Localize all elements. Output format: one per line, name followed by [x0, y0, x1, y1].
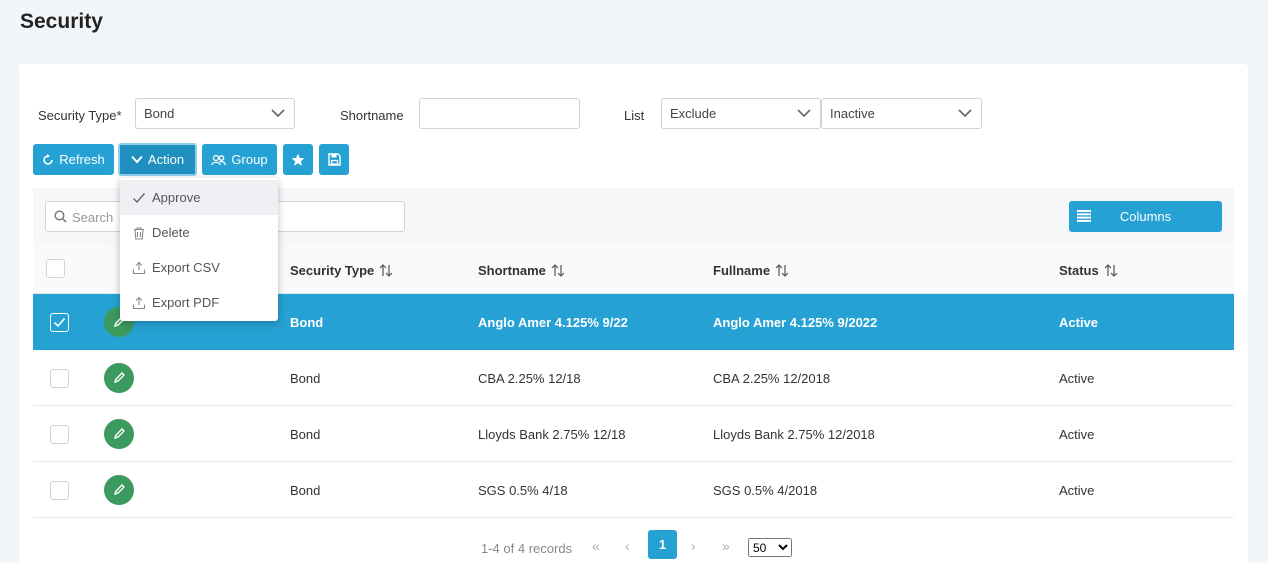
menu-item-delete[interactable]: Delete	[120, 215, 278, 250]
cell-shortname: Anglo Amer 4.125% 9/22	[478, 315, 628, 330]
col-shortname[interactable]: Shortname	[478, 263, 565, 278]
save-icon	[327, 153, 341, 166]
sort-icon	[551, 264, 565, 277]
table-row[interactable]: Bond SGS 0.5% 4/18 SGS 0.5% 4/2018 Activ…	[33, 462, 1234, 518]
check-icon	[53, 317, 66, 328]
group-label: Group	[231, 152, 268, 167]
columns-label: Columns	[1119, 209, 1172, 224]
first-page-button[interactable]: «	[592, 538, 600, 554]
chevron-down-icon	[271, 109, 285, 118]
trash-icon	[134, 226, 144, 240]
cell-fullname: CBA 2.25% 12/2018	[713, 371, 831, 386]
sort-icon	[379, 264, 393, 277]
cell-status: Active	[1059, 371, 1095, 386]
favorite-button[interactable]	[283, 144, 313, 175]
refresh-button[interactable]: Refresh	[33, 144, 114, 175]
col-fullname[interactable]: Fullname	[713, 263, 789, 278]
list-select[interactable]: Exclude	[661, 98, 821, 129]
cell-security-type: Bond	[290, 483, 321, 498]
shortname-label: Shortname	[340, 108, 404, 123]
cell-partial-text: N	[184, 378, 194, 393]
menu-item-approve[interactable]: Approve	[120, 180, 278, 215]
sort-icon	[1104, 264, 1118, 277]
pencil-icon	[113, 484, 125, 496]
list-label: List	[624, 108, 645, 123]
cell-shortname: SGS 0.5% 4/18	[478, 483, 568, 498]
cell-status: Active	[1059, 427, 1095, 442]
row-checkbox[interactable]	[50, 481, 69, 500]
edit-button[interactable]	[104, 363, 134, 393]
cell-security-type: Bond	[290, 315, 324, 330]
chevron-down-icon	[131, 155, 143, 164]
group-button[interactable]: Group	[202, 144, 277, 175]
pencil-icon	[113, 372, 125, 384]
star-icon	[291, 153, 305, 166]
menu-item-export-pdf[interactable]: Export PDF	[120, 285, 278, 320]
status-select[interactable]: Inactive	[821, 98, 982, 129]
page-size-select[interactable]: 50	[748, 538, 792, 557]
action-menu: Approve Delete Export CSV Export PDF	[120, 178, 278, 321]
search-icon	[54, 210, 67, 223]
chevron-down-icon	[797, 109, 811, 118]
list-icon	[1077, 210, 1091, 222]
row-checkbox[interactable]	[50, 425, 69, 444]
refresh-icon	[43, 153, 54, 165]
cell-status: Active	[1059, 483, 1095, 498]
pagination: 1-4 of 4 records « ‹ 1 › » 50	[19, 530, 1248, 560]
search-placeholder: Search	[72, 210, 114, 225]
cell-security-type: Bond	[290, 371, 321, 386]
last-page-button[interactable]: »	[722, 538, 730, 554]
shortname-input[interactable]	[419, 98, 580, 129]
page-title: Security	[20, 10, 103, 33]
prev-page-button[interactable]: ‹	[625, 538, 630, 554]
check-icon	[133, 192, 146, 203]
upload-icon	[132, 261, 146, 274]
next-page-button[interactable]: ›	[691, 538, 696, 554]
table-row[interactable]: Bond Lloyds Bank 2.75% 12/18 Lloyds Bank…	[33, 406, 1234, 462]
edit-button[interactable]	[104, 419, 134, 449]
page-1-button[interactable]: 1	[648, 530, 677, 559]
users-icon	[211, 154, 227, 165]
select-all-checkbox[interactable]	[46, 259, 65, 278]
table-row[interactable]: Bond CBA 2.25% 12/18 CBA 2.25% 12/2018 A…	[33, 350, 1234, 406]
list-value: Exclude	[670, 106, 717, 121]
cell-shortname: Lloyds Bank 2.75% 12/18	[478, 427, 626, 442]
row-checkbox[interactable]	[50, 313, 69, 332]
edit-button[interactable]	[104, 475, 134, 505]
security-type-label: Security Type*	[38, 108, 122, 123]
cell-fullname: Anglo Amer 4.125% 9/2022	[713, 315, 878, 330]
pager-info: 1-4 of 4 records	[481, 541, 573, 556]
col-status[interactable]: Status	[1059, 263, 1118, 278]
action-label: Action	[147, 152, 185, 167]
cell-shortname: CBA 2.25% 12/18	[478, 371, 581, 386]
status-value: Inactive	[830, 106, 875, 121]
refresh-label: Refresh	[59, 152, 105, 167]
cell-fullname: Lloyds Bank 2.75% 12/2018	[713, 427, 875, 442]
security-type-select[interactable]: Bond	[135, 98, 295, 129]
sort-icon	[775, 264, 789, 277]
cell-fullname: SGS 0.5% 4/2018	[713, 483, 818, 498]
chevron-down-icon	[958, 109, 972, 118]
col-security-type[interactable]: Security Type	[290, 263, 393, 278]
columns-button[interactable]: Columns	[1069, 201, 1222, 232]
security-type-value: Bond	[144, 106, 175, 121]
menu-item-export-csv[interactable]: Export CSV	[120, 250, 278, 285]
pencil-icon	[113, 428, 125, 440]
save-button[interactable]	[319, 144, 349, 175]
cell-status: Active	[1059, 315, 1099, 330]
row-checkbox[interactable]	[50, 369, 69, 388]
cell-security-type: Bond	[290, 427, 321, 442]
upload-icon	[132, 296, 146, 309]
action-button[interactable]: Action	[118, 143, 197, 176]
